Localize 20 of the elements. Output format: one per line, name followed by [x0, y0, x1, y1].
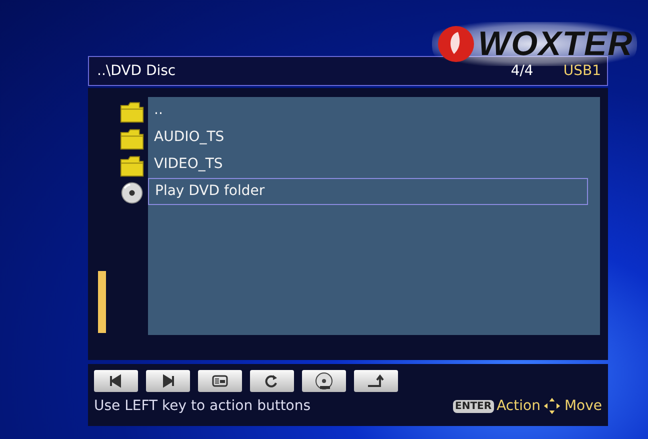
action-label: Action [496, 398, 540, 414]
move-label: Move [564, 398, 602, 414]
display-button[interactable] [198, 370, 242, 392]
device-label: USB1 [563, 63, 601, 79]
file-item[interactable]: VIDEO_TS [148, 151, 588, 178]
file-item[interactable]: Play DVD folder [148, 178, 588, 205]
folder-path: ..\DVD Disc [97, 63, 177, 79]
dvd-button[interactable] [302, 370, 346, 392]
hint-text: Use LEFT key to action buttons [94, 398, 311, 414]
enter-key-badge: ENTER [453, 400, 494, 412]
scroll-bar [98, 271, 106, 333]
file-item[interactable]: .. [148, 97, 588, 124]
previous-button[interactable] [94, 370, 138, 392]
next-button[interactable] [146, 370, 190, 392]
direction-arrows-icon [543, 397, 562, 415]
repeat-button[interactable] [250, 370, 294, 392]
logo-mark-icon [436, 24, 476, 64]
item-count: 4/4 [510, 63, 534, 79]
file-item[interactable]: AUDIO_TS [148, 124, 588, 151]
return-button[interactable] [354, 370, 398, 392]
